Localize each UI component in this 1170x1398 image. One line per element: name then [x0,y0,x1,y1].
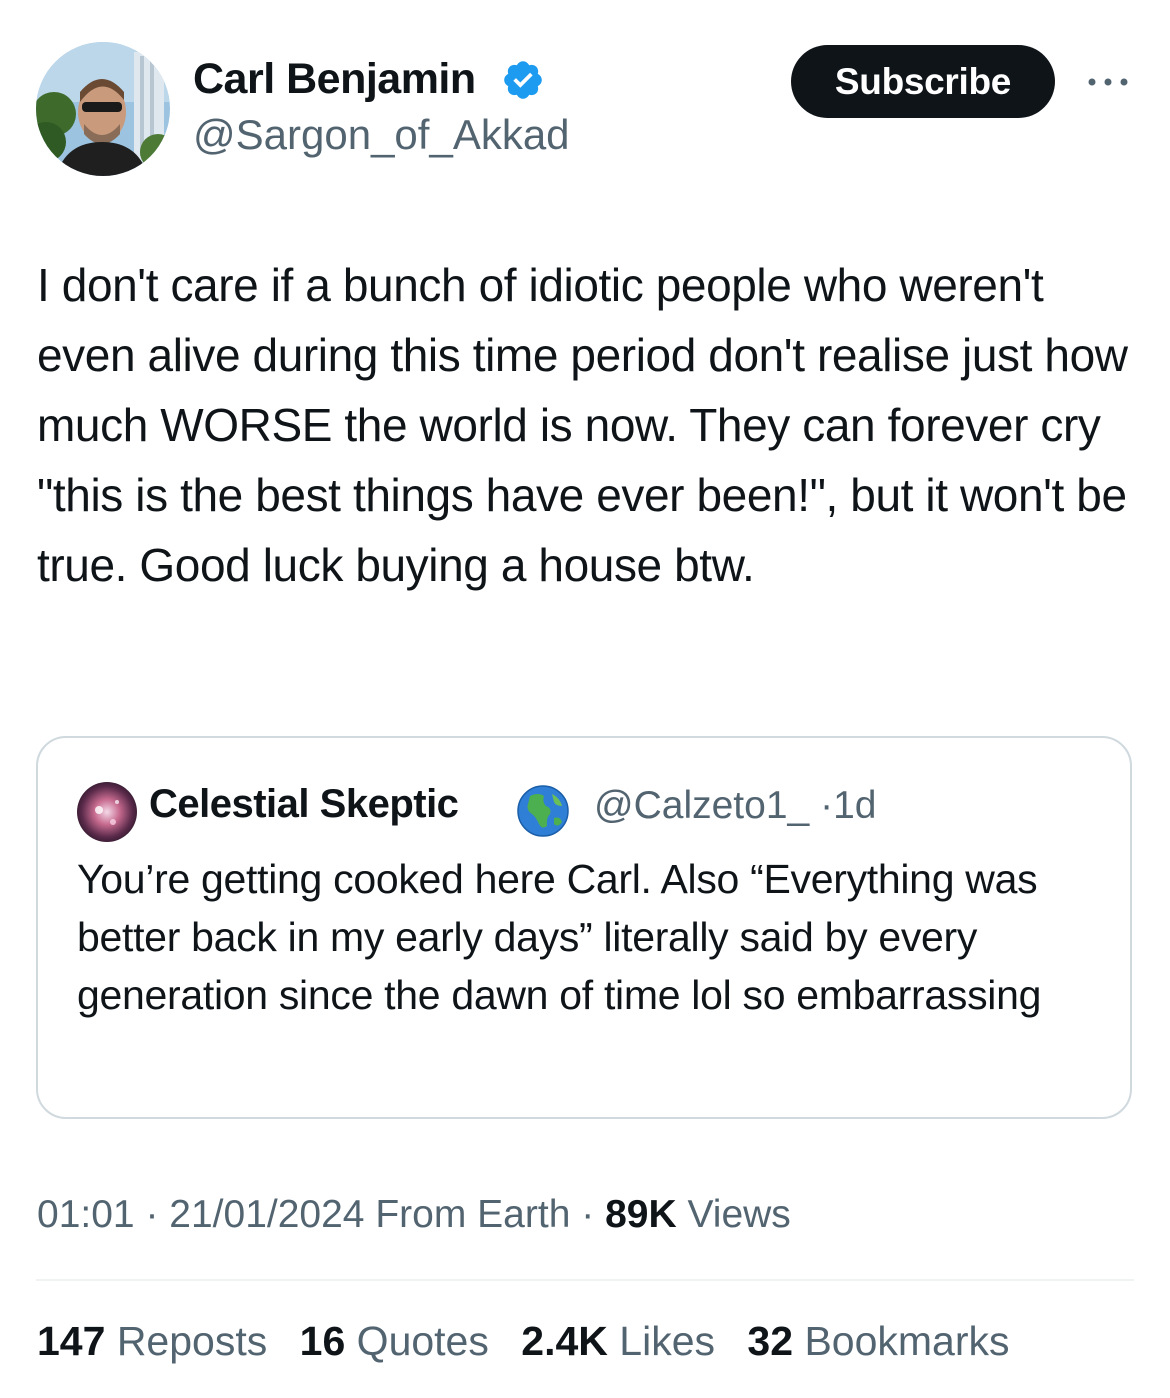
quote-author-name[interactable]: Celestial Skeptic [149,782,459,827]
tweet-location: From Earth [375,1193,571,1236]
quote-age[interactable]: 1d [833,784,876,827]
tweet-text: I don't care if a bunch of idiotic peopl… [37,259,1140,591]
tweet-meta: 01:01 · 21/01/2024 From Earth · 89K View… [37,1193,791,1237]
quotes-stat[interactable]: 16 Quotes [300,1318,489,1364]
bookmarks-label: Bookmarks [804,1318,1010,1364]
quote-handle-text[interactable]: @Calzeto1_ [594,784,809,827]
reposts-label: Reposts [116,1318,268,1364]
meta-separator: · [145,1193,159,1236]
globe-icon [516,784,570,838]
reposts-stat[interactable]: 147 Reposts [37,1318,267,1364]
views-count: 89K [605,1193,677,1236]
bookmarks-stat[interactable]: 32 Bookmarks [747,1318,1009,1364]
quote-author-handle: @Calzeto1_ ·1d [594,784,876,828]
verified-badge-icon [501,58,545,102]
bookmarks-count: 32 [747,1318,794,1364]
meta-separator-2: · [581,1193,595,1236]
subscribe-button[interactable]: Subscribe [791,45,1055,118]
likes-label: Likes [619,1318,716,1364]
tweet-date[interactable]: 21/01/2024 [169,1193,364,1236]
reposts-count: 147 [37,1318,106,1364]
more-icon[interactable] [1085,70,1131,94]
quoted-tweet-card[interactable]: Celestial Skeptic @Calzeto1_ ·1d You’re … [36,736,1132,1119]
quote-text: You’re getting cooked here Carl. Also “E… [77,856,1042,1018]
likes-stat[interactable]: 2.4K Likes [521,1318,715,1364]
tweet-stats: 147 Reposts 16 Quotes 2.4K Likes 32 Book… [37,1318,1031,1365]
author-avatar[interactable] [36,42,170,176]
quote-separator: · [820,784,834,827]
author-handle[interactable]: @Sargon_of_Akkad [193,111,570,159]
author-name[interactable]: Carl Benjamin [193,55,476,104]
quotes-count: 16 [299,1318,346,1364]
quotes-label: Quotes [356,1318,489,1364]
quote-author-avatar[interactable] [77,782,137,842]
views-label: Views [687,1193,791,1236]
tweet-time[interactable]: 01:01 [37,1193,135,1236]
divider [36,1279,1134,1281]
likes-count: 2.4K [521,1318,608,1364]
